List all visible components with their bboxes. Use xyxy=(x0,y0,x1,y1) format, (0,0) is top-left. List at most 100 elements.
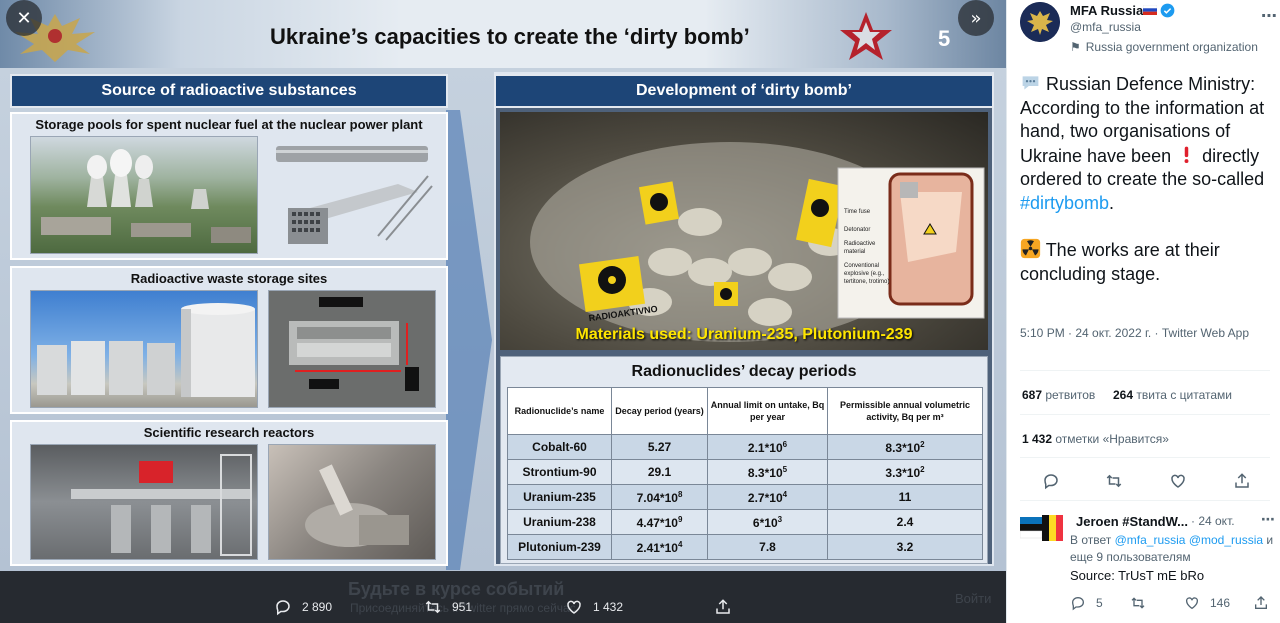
tweet-body: Russian Defence Ministry: According to t… xyxy=(1020,72,1272,309)
reply-like-button[interactable]: 146 xyxy=(1184,595,1230,611)
quotes-stat[interactable]: 264 твита с цитатами xyxy=(1113,388,1232,402)
government-label: ⚑ Russia government organization xyxy=(1070,40,1258,54)
russia-flag-icon xyxy=(1143,5,1157,15)
flag-outline-icon: ⚑ xyxy=(1070,40,1081,54)
cell-exponent: 4 xyxy=(782,489,788,499)
annual-limit-cell: 6*103 xyxy=(707,509,828,535)
tweet-timestamp[interactable]: 5:10 PM · 24 окт. 2022 г. · Twitter Web … xyxy=(1020,324,1270,342)
power-plant-photo xyxy=(30,136,258,254)
tweet-text-part: . xyxy=(1109,192,1115,213)
reply-retweet-button[interactable] xyxy=(1130,595,1156,611)
reply-reply-button[interactable]: 5 xyxy=(1070,595,1103,611)
cell-value: 8.3*10 xyxy=(747,465,783,480)
close-icon: ✕ xyxy=(16,7,32,29)
share-icon xyxy=(1255,596,1267,609)
media-like-button[interactable]: 1 432 xyxy=(565,597,623,617)
cell-value: 2.7*10 xyxy=(747,490,783,505)
reply-context: В ответ @mfa_russia @mod_russia и еще 9 … xyxy=(1070,532,1275,566)
panel-caption: Scientific research reactors xyxy=(143,425,315,440)
annual-limit-cell: 8.3*105 xyxy=(707,459,828,485)
media-retweet-count: 951 xyxy=(452,600,473,614)
retweet-icon xyxy=(1131,597,1145,609)
expand-sidebar-button[interactable]: » xyxy=(958,0,994,36)
decay-periods-box: Radionuclides’ decay periods Radionuclid… xyxy=(500,356,988,564)
reply-avatar-flags-icon[interactable] xyxy=(1020,513,1064,547)
heart-icon[interactable] xyxy=(1169,472,1187,490)
cell-exponent: 3 xyxy=(777,514,783,524)
heart-icon xyxy=(567,600,581,614)
column-header: Decay period (years) xyxy=(611,387,708,435)
panel-storage-pools: Storage pools for spent nuclear fuel at … xyxy=(10,112,448,260)
diagram-legend: Time fuse Detonator Radioactive material… xyxy=(844,208,896,286)
divider xyxy=(1020,457,1270,458)
russia-coat-of-arms-icon xyxy=(1020,2,1060,42)
fuel-assembly-illustration xyxy=(268,136,436,254)
reply-author-name[interactable]: Jeroen #StandW... xyxy=(1076,514,1188,529)
retweets-stat[interactable]: 687 ретвитов xyxy=(1022,388,1095,402)
heart-icon xyxy=(1186,597,1198,610)
quotes-label: твита с цитатами xyxy=(1136,388,1232,402)
cell-exponent: 4 xyxy=(677,539,683,549)
slide-header: Ukraine’s capacities to create the ‘dirt… xyxy=(0,0,1006,68)
media-reply-button[interactable]: 2 890 xyxy=(274,597,332,617)
reply-icon xyxy=(276,600,290,616)
divider xyxy=(1020,500,1270,501)
table-row: Strontium-90 29.1 8.3*105 3.3*102 xyxy=(507,459,983,485)
reply-share-button[interactable] xyxy=(1253,595,1279,611)
likes-stat[interactable]: 1 432 отметки «Нравится» xyxy=(1022,432,1169,446)
flow-arrow-icon xyxy=(446,110,492,570)
reply-icon[interactable] xyxy=(1042,472,1060,490)
radionuclide-cell: Uranium-238 xyxy=(507,509,612,535)
retweet-icon xyxy=(425,600,441,614)
tweet-text-part: The works are at their concluding stage. xyxy=(1020,240,1220,284)
diagram-label: Detonator xyxy=(844,227,871,233)
panel-caption: Storage pools for spent nuclear fuel at … xyxy=(35,117,423,132)
retweet-icon[interactable] xyxy=(1105,472,1123,490)
cell-value: 2.1*10 xyxy=(747,440,783,455)
reply-date[interactable]: · 24 окт. xyxy=(1191,514,1235,528)
hashtag-link[interactable]: #dirtybomb xyxy=(1020,193,1109,213)
cell-value: 5.27 xyxy=(647,440,672,454)
more-options-icon[interactable]: ⋯ xyxy=(1261,512,1275,528)
decay-period-cell: 5.27 xyxy=(611,434,708,460)
annual-limit-cell: 2.7*104 xyxy=(707,484,828,510)
account-handle[interactable]: @mfa_russia xyxy=(1070,20,1141,34)
avatar[interactable] xyxy=(1020,2,1060,42)
mention-link[interactable]: @mod_russia xyxy=(1189,533,1263,547)
table-row: Plutonium-239 2.41*104 7.8 3.2 xyxy=(507,534,983,560)
media-viewer: Ukraine’s capacities to create the ‘dirt… xyxy=(0,0,1006,623)
reactor-hall-photo xyxy=(30,444,258,560)
double-chevron-right-icon: » xyxy=(970,7,982,29)
panel-research-reactors: Scientific research reactors xyxy=(10,420,448,566)
tweet-paragraph: Russian Defence Ministry: According to t… xyxy=(1020,72,1272,215)
more-options-icon[interactable]: ⋯ xyxy=(1261,6,1277,25)
diagram-label: Time fuse xyxy=(844,209,871,215)
column-header: Radionuclide’s name xyxy=(507,387,612,435)
in-reply-label: В ответ xyxy=(1070,533,1112,547)
media-retweet-button[interactable]: 951 xyxy=(424,597,472,617)
reply-replies-count: 5 xyxy=(1096,596,1103,610)
close-button[interactable]: ✕ xyxy=(6,0,42,36)
annual-limit-cell: 7.8 xyxy=(707,534,828,560)
decay-table-header-row: Radionuclide’s name Decay period (years)… xyxy=(507,387,983,435)
login-link[interactable]: Войти xyxy=(955,591,991,606)
likes-label: отметки «Нравится» xyxy=(1055,432,1169,446)
account-name[interactable]: MFA Russia xyxy=(1070,3,1143,18)
materials-caption: Materials used: Uranium-235, Plutonium-2… xyxy=(575,326,913,343)
activity-cell: 3.2 xyxy=(827,534,983,560)
verified-badge-icon xyxy=(1160,3,1175,18)
cell-exponent: 9 xyxy=(677,514,683,524)
share-icon[interactable] xyxy=(1233,472,1251,490)
media-share-button[interactable] xyxy=(714,597,742,617)
radioactive-icon xyxy=(1020,238,1041,259)
activity-cell: 2.4 xyxy=(827,509,983,535)
slide-image: Ukraine’s capacities to create the ‘dirt… xyxy=(0,0,1006,571)
mention-link[interactable]: @mfa_russia xyxy=(1115,533,1186,547)
cell-value: 2.4 xyxy=(896,515,914,529)
slide-number: 5 xyxy=(938,26,951,51)
decay-table: Radionuclide’s name Decay period (years)… xyxy=(507,387,983,560)
army-star-icon xyxy=(840,12,892,60)
cell-value: Strontium-90 xyxy=(522,465,597,479)
media-like-count: 1 432 xyxy=(593,600,624,614)
decay-table-body: Cobalt-60 5.27 2.1*106 8.3*102 Strontium-90 2… xyxy=(507,434,983,560)
